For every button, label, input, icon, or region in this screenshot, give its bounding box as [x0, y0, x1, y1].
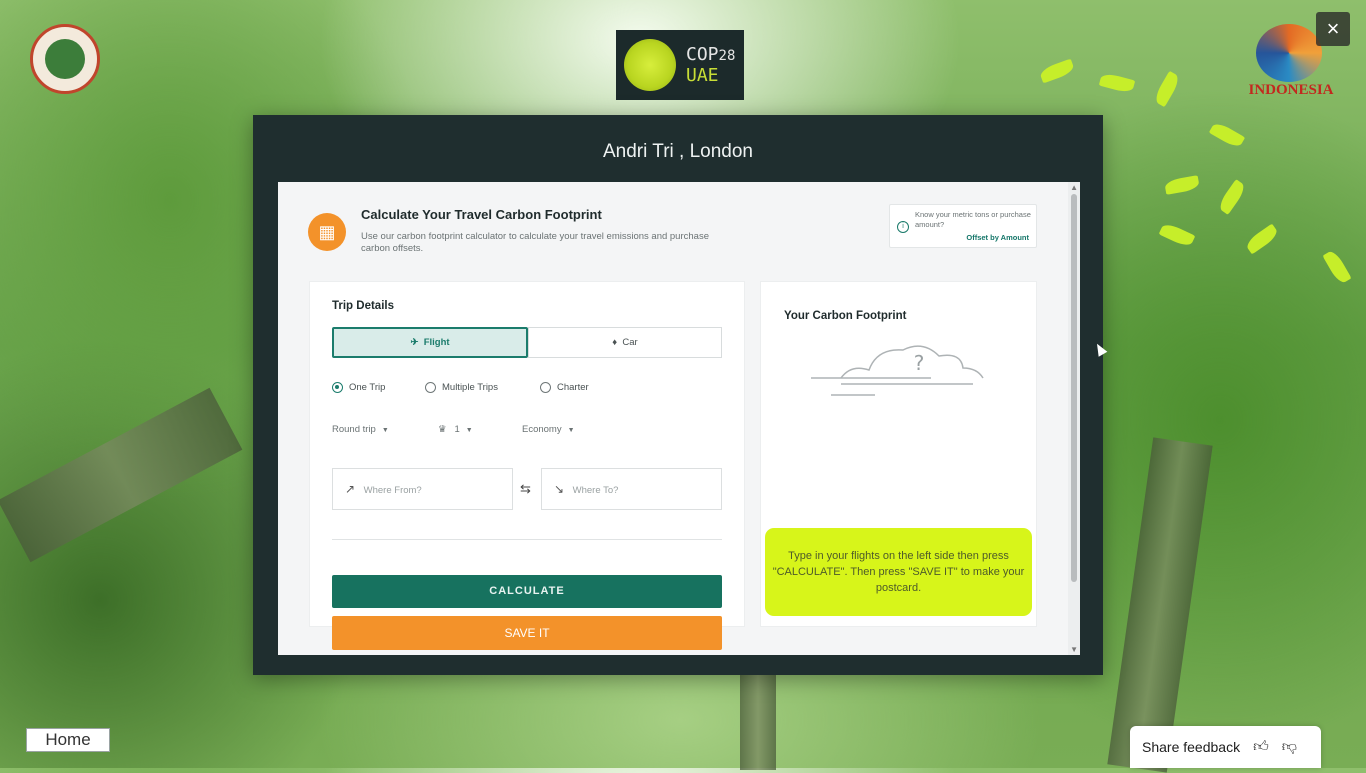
share-feedback-label: Share feedback: [1142, 739, 1241, 755]
round-trip-value: Round trip: [332, 424, 376, 435]
scrollbar-thumb[interactable]: [1071, 194, 1077, 582]
arrow-down-right-icon: ↘: [553, 482, 565, 496]
swap-icon[interactable]: ⇆: [520, 481, 531, 497]
offset-text: Know your metric tons or purchase amount…: [915, 210, 1031, 229]
thumbs-down-icon[interactable]: 👎︎: [1282, 738, 1297, 756]
indonesia-logo-text: INDONESIA: [1248, 82, 1334, 98]
thumbs-up-icon[interactable]: 👍︎: [1253, 738, 1269, 756]
car-tab-label: Car: [622, 337, 638, 348]
passengers-select[interactable]: ♛ 1 ▼: [438, 424, 473, 435]
cop-logo-country: UAE: [686, 64, 719, 86]
people-icon: ♛: [438, 424, 447, 435]
flight-tab-label: Flight: [423, 337, 450, 348]
radio-checked-icon: [332, 382, 343, 393]
caret-down-icon: ▼: [465, 427, 473, 434]
modal-title: Andri Tri , London: [603, 141, 753, 162]
cop28-logo: COP28 UAE: [616, 30, 744, 100]
passengers-value: 1: [454, 424, 460, 435]
cloud-question-mark: ?: [914, 351, 925, 375]
calculator-icon: ▦: [308, 213, 346, 251]
cabin-select[interactable]: Economy ▼: [522, 424, 575, 435]
bird-icon: [1164, 175, 1200, 195]
plane-icon: ✈: [410, 337, 419, 348]
round-trip-select[interactable]: Round trip ▼: [332, 424, 389, 435]
bird-icon: [1158, 221, 1196, 249]
bird-icon: [1152, 70, 1182, 108]
tree-trunk-right: [1107, 437, 1213, 773]
offset-by-amount-link[interactable]: Offset by Amount: [966, 233, 1029, 242]
bird-icon: [1216, 179, 1248, 215]
where-to-input[interactable]: ↘ Where To?: [541, 468, 722, 510]
where-from-placeholder: Where From?: [363, 485, 422, 496]
close-button[interactable]: ×: [1316, 12, 1350, 46]
tree-trunk-bottom: [740, 670, 776, 770]
radio-unchecked-icon: [540, 382, 551, 393]
footprint-title: Your Carbon Footprint: [784, 310, 907, 322]
trip-details-title: Trip Details: [332, 300, 394, 312]
radio-label: One Trip: [349, 382, 386, 393]
calculator-description: Use our carbon footprint calculator to c…: [361, 231, 709, 254]
home-button[interactable]: Home: [26, 728, 110, 752]
radio-label: Charter: [557, 382, 589, 393]
bird-icon: [1098, 71, 1136, 95]
caret-down-icon: ▼: [381, 427, 389, 434]
bird-icon: [1038, 58, 1076, 84]
bird-icon: [1322, 248, 1352, 286]
carbon-footprint-panel: Your Carbon Footprint ? Type in your fli…: [760, 281, 1037, 627]
radio-multiple-trips[interactable]: Multiple Trips: [425, 382, 498, 393]
tree-trunk-left: [0, 387, 243, 563]
share-feedback-bar: Share feedback 👍︎ 👎︎: [1130, 726, 1321, 768]
cop-logo-text: COP: [686, 43, 719, 65]
ministry-logo: [30, 24, 100, 94]
calculator-frame: ▦ Calculate Your Travel Carbon Footprint…: [278, 182, 1080, 655]
offset-box: i Know your metric tons or purchase amou…: [889, 204, 1037, 248]
calculator-title: Calculate Your Travel Carbon Footprint: [361, 207, 602, 222]
bird-icon: [1208, 120, 1246, 150]
cop28-globe-icon: [624, 39, 676, 91]
radio-charter[interactable]: Charter: [540, 382, 589, 393]
calculate-button[interactable]: CALCULATE: [332, 575, 722, 608]
cop-logo-number: 28: [718, 47, 736, 64]
car-icon: ♦: [612, 337, 618, 348]
instruction-note: Type in your flights on the left side th…: [765, 528, 1032, 616]
cloud-question-icon: ?: [811, 345, 984, 396]
scroll-up-icon[interactable]: ▲: [1070, 183, 1078, 192]
scroll-down-icon[interactable]: ▼: [1070, 645, 1078, 654]
scrollbar[interactable]: ▲ ▼: [1068, 182, 1080, 655]
radio-one-trip[interactable]: One Trip: [332, 382, 385, 393]
flight-tab[interactable]: ✈ Flight: [332, 327, 528, 358]
where-to-placeholder: Where To?: [572, 485, 619, 496]
arrow-up-right-icon: ↗: [344, 482, 356, 496]
postcard-modal: Andri Tri , London ▦ Calculate Your Trav…: [253, 115, 1103, 675]
radio-label: Multiple Trips: [442, 382, 498, 393]
car-tab[interactable]: ♦ Car: [528, 327, 722, 358]
save-it-button[interactable]: SAVE IT: [332, 616, 722, 650]
radio-unchecked-icon: [425, 382, 436, 393]
indonesia-swirl-icon: [1256, 24, 1322, 82]
cabin-value: Economy: [522, 424, 562, 435]
bird-icon: [1244, 223, 1280, 255]
tree-emblem-icon: [45, 39, 85, 79]
caret-down-icon: ▼: [567, 427, 575, 434]
where-from-input[interactable]: ↗ Where From?: [332, 468, 513, 510]
info-icon: i: [897, 221, 909, 233]
divider: [332, 539, 722, 540]
